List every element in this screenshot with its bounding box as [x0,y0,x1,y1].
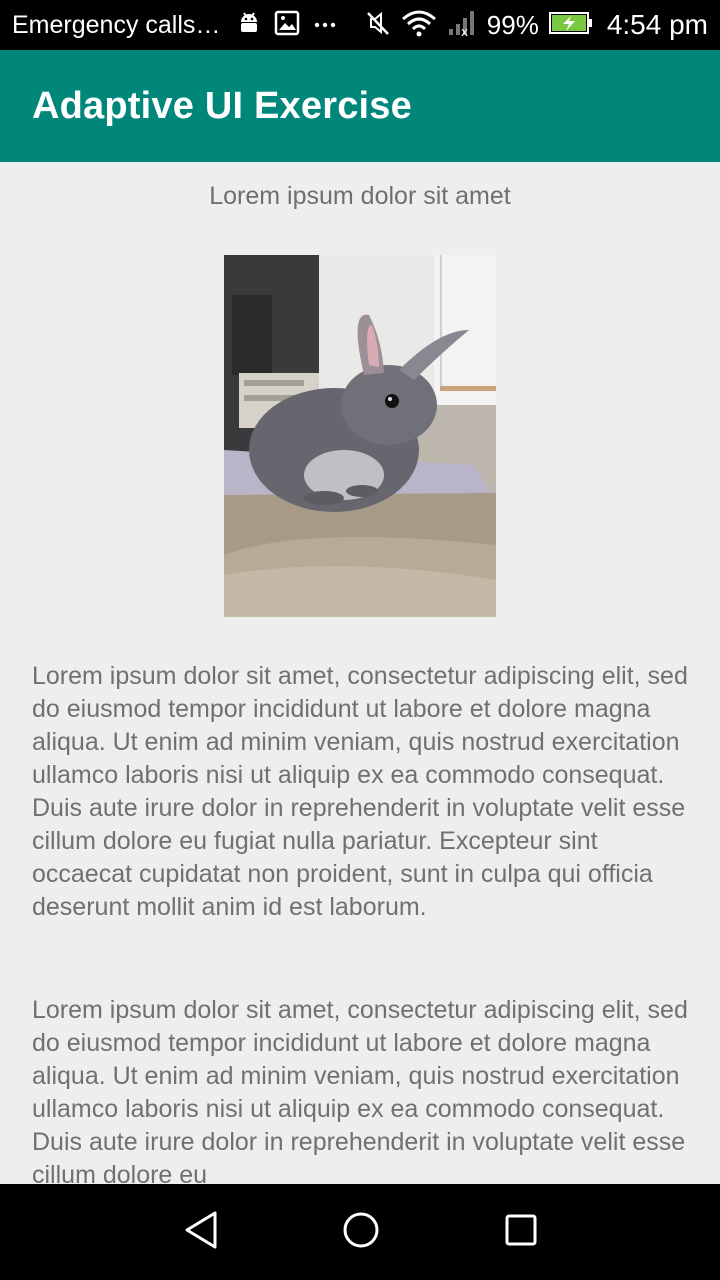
body-paragraph: Lorem ipsum dolor sit amet, consectetur … [32,662,688,921]
android-debug-icon [238,10,260,41]
body-paragraph: Lorem ipsum dolor sit amet, consectetur … [32,996,688,1184]
signal-icon: x [447,9,477,42]
app-title: Adaptive UI Exercise [32,84,412,127]
headline: Lorem ipsum dolor sit amet [209,182,511,210]
content-scroll[interactable]: Lorem ipsum dolor sit amet Lorem ipsum d… [0,162,720,1184]
recent-apps-button[interactable] [501,1212,541,1252]
mute-icon [365,9,391,42]
status-left: Emergency calls… [12,10,365,41]
screen: Emergency calls… x 99% 4:54 pm Adaptive … [0,0,720,1280]
carrier-text: Emergency calls… [12,10,221,39]
image-icon [274,10,300,41]
notification-icons [238,10,336,41]
back-button[interactable] [181,1210,221,1255]
battery-charging-icon [548,11,593,40]
rabbit-photo [224,255,496,617]
status-right: x 99% 4:54 pm [365,9,708,42]
home-button[interactable] [341,1212,381,1252]
more-icon [314,16,336,34]
navigation-bar [0,1184,720,1280]
clock: 4:54 pm [606,9,708,40]
back-icon [183,1210,219,1255]
app-bar: Adaptive UI Exercise [0,50,720,162]
svg-text:x: x [461,25,468,37]
battery-percent: 99% [486,9,539,40]
recent-apps-icon [504,1213,538,1252]
home-icon [342,1211,380,1254]
status-bar: Emergency calls… x 99% 4:54 pm [0,0,720,50]
wifi-icon [401,9,437,42]
